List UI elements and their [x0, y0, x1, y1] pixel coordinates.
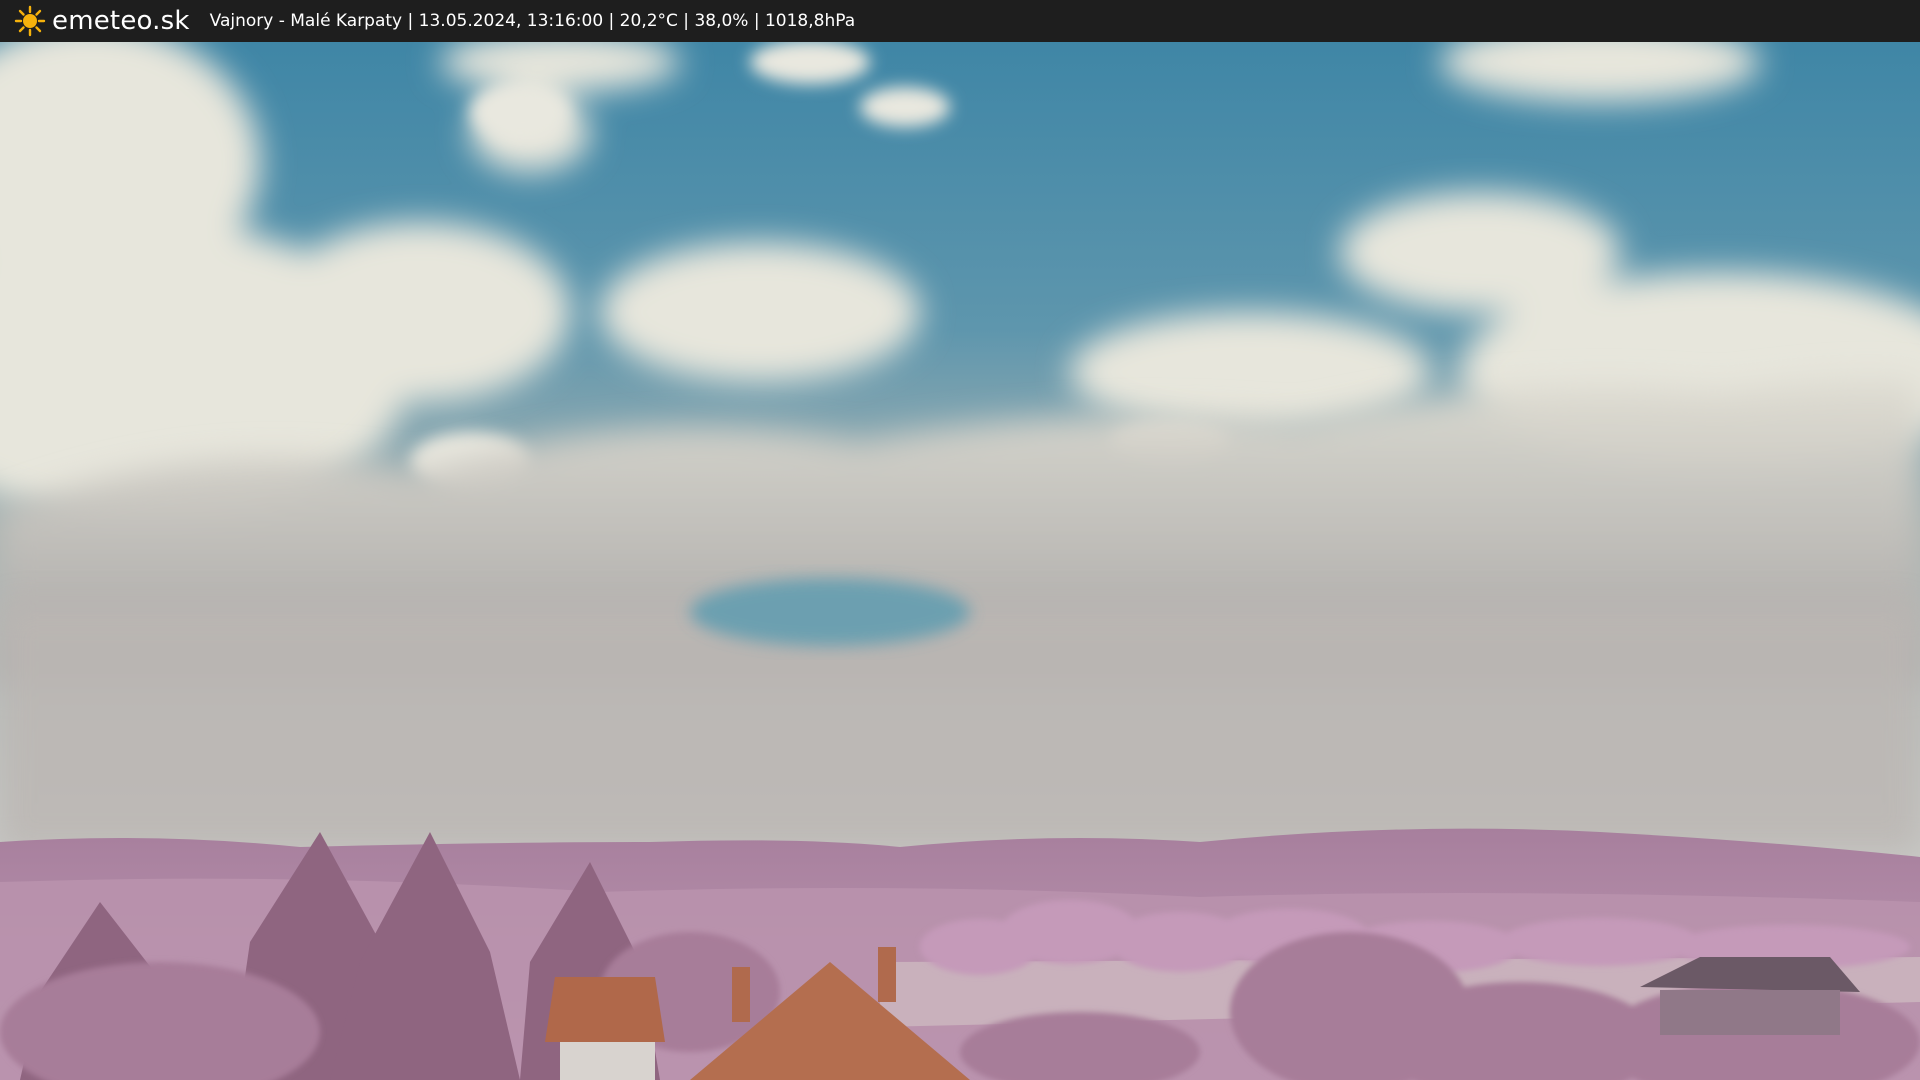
brand-name: emeteo.sk [52, 6, 190, 36]
sun-icon [14, 5, 46, 37]
overlay-bar: emeteo.sk Vajnory - Malé Karpaty | 13.05… [0, 0, 1920, 42]
station-caption: Vajnory - Malé Karpaty | 13.05.2024, 13:… [209, 11, 856, 31]
webcam-image [0, 42, 1920, 1080]
sky-patch [690, 578, 970, 646]
brand-logo[interactable]: emeteo.sk [14, 5, 190, 37]
